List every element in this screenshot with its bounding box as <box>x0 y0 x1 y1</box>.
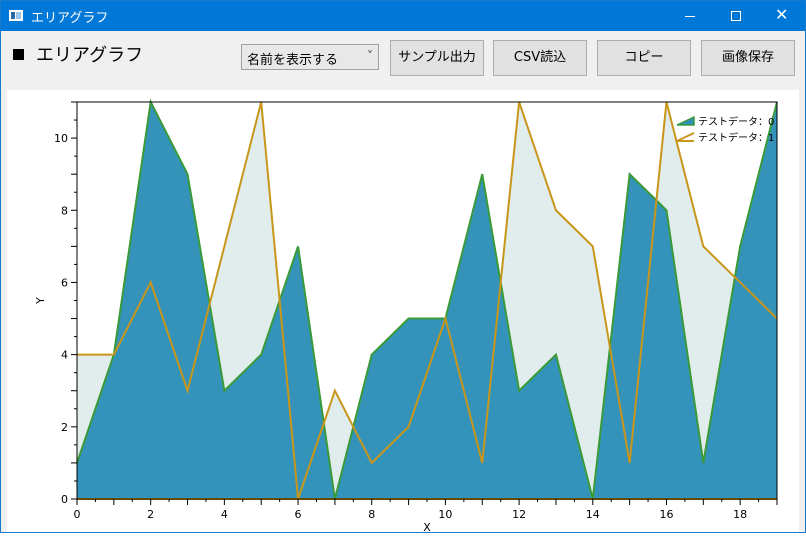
maximize-button[interactable] <box>713 1 759 31</box>
legend-swatch-1 <box>676 132 695 142</box>
x-tick-label: 18 <box>733 508 747 521</box>
x-tick-label: 6 <box>295 508 302 521</box>
y-tick-label: 6 <box>61 276 68 289</box>
legend-label-0: テストデータ：0 <box>698 115 774 128</box>
y-tick-label: 4 <box>61 349 68 362</box>
maximize-icon <box>731 11 741 21</box>
x-tick-label: 14 <box>586 508 600 521</box>
sample-output-button[interactable]: サンプル出力 <box>390 40 484 76</box>
save-image-button[interactable]: 画像保存 <box>701 40 795 76</box>
close-button[interactable]: ✕ <box>759 1 805 31</box>
x-tick-label: 8 <box>368 508 375 521</box>
y-tick-label: 10 <box>54 132 68 145</box>
chart-container: 0 2 4 6 8 10 0 2 4 6 8 10 12 14 16 18 X Y テストデータ：0 テストデータ：1 <box>7 90 799 534</box>
page-title: エリアグラフ <box>36 45 144 66</box>
label-mode-dropdown[interactable]: 名前を表示する ˅ <box>241 44 379 70</box>
app-window: エリアグラフ ✕ エリアグラフ 名前を表示する ˅ サンプル出力 CSV読込 コ… <box>0 0 806 534</box>
y-tick-label: 8 <box>61 204 68 217</box>
app-icon <box>9 10 23 21</box>
minimize-icon <box>685 16 695 17</box>
csv-read-button[interactable]: CSV読込 <box>493 40 587 76</box>
copy-button[interactable]: コピー <box>597 40 691 76</box>
legend-label-1: テストデータ：1 <box>698 131 774 144</box>
x-tick-label: 0 <box>74 508 81 521</box>
window-title: エリアグラフ <box>31 11 109 26</box>
y-axis-label: Y <box>34 297 47 305</box>
y-tick-label: 2 <box>61 421 68 434</box>
y-tick-label: 0 <box>61 493 68 506</box>
page-heading: エリアグラフ <box>13 41 143 67</box>
title-bar[interactable]: エリアグラフ ✕ <box>1 1 805 31</box>
x-tick-label: 2 <box>147 508 154 521</box>
x-axis-label: X <box>423 521 431 532</box>
legend-swatch-0 <box>676 115 695 126</box>
dropdown-value: 名前を表示する <box>247 53 339 68</box>
x-tick-label: 10 <box>438 508 452 521</box>
square-bullet-icon <box>13 49 24 60</box>
x-tick-label: 12 <box>512 508 526 521</box>
chevron-down-icon: ˅ <box>367 49 373 63</box>
close-icon: ✕ <box>775 5 789 24</box>
x-tick-label: 16 <box>659 508 673 521</box>
x-tick-label: 4 <box>221 508 228 521</box>
minimize-button[interactable] <box>667 1 713 31</box>
main-content: エリアグラフ 名前を表示する ˅ サンプル出力 CSV読込 コピー 画像保存 0… <box>1 31 805 534</box>
area-chart: 0 2 4 6 8 10 0 2 4 6 8 10 12 14 16 18 X Y テストデータ：0 テストデータ：1 <box>34 98 778 534</box>
